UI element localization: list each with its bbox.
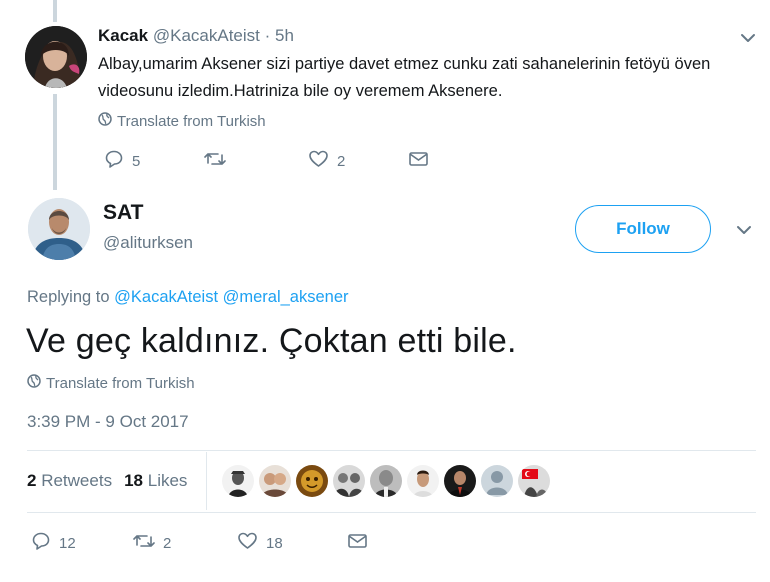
retweets-count: 2 bbox=[27, 471, 37, 490]
replying-label: Replying to bbox=[27, 288, 110, 306]
liker-avatar[interactable] bbox=[444, 465, 476, 497]
like-button[interactable]: 2 bbox=[308, 149, 408, 173]
stats-separator bbox=[206, 452, 207, 510]
replying-to: Replying to @KacakAteist @meral_aksener bbox=[27, 288, 349, 307]
liker-avatar[interactable] bbox=[518, 465, 550, 497]
retweet-icon bbox=[204, 149, 226, 173]
thread-line-middle bbox=[53, 94, 57, 190]
globe-icon bbox=[27, 374, 41, 392]
dm-button[interactable] bbox=[347, 531, 368, 555]
mention-link[interactable]: @meral_aksener bbox=[223, 288, 349, 306]
timestamp[interactable]: 5h bbox=[275, 26, 294, 45]
user-handle[interactable]: @aliturksen bbox=[103, 233, 193, 253]
reply-button[interactable]: 12 bbox=[31, 531, 133, 555]
translate-label: Translate from Turkish bbox=[117, 112, 266, 130]
likes-label: Likes bbox=[147, 471, 188, 490]
liker-avatar[interactable] bbox=[259, 465, 291, 497]
like-count: 18 bbox=[266, 534, 283, 552]
dm-button[interactable] bbox=[408, 149, 429, 173]
divider bbox=[27, 450, 756, 451]
separator: · bbox=[264, 26, 271, 45]
envelope-icon bbox=[347, 531, 368, 555]
likes-count: 18 bbox=[124, 471, 143, 490]
thread-line-top bbox=[53, 0, 57, 22]
tweet-text: Ve geç kaldınız. Çoktan etti bile. bbox=[26, 322, 517, 360]
likes-stat[interactable]: 18 Likes bbox=[124, 471, 187, 490]
liker-avatar[interactable] bbox=[407, 465, 439, 497]
tweet-actions: 12 2 18 bbox=[31, 531, 368, 555]
translate-link[interactable]: Translate from Turkish bbox=[27, 374, 195, 392]
globe-icon bbox=[98, 112, 112, 130]
avatar[interactable] bbox=[25, 26, 87, 88]
liker-avatar[interactable] bbox=[296, 465, 328, 497]
liker-avatar[interactable] bbox=[333, 465, 365, 497]
reply-count: 5 bbox=[132, 152, 141, 170]
retweet-count: 2 bbox=[163, 534, 172, 552]
envelope-icon bbox=[408, 149, 429, 173]
like-count: 2 bbox=[337, 152, 346, 170]
retweets-label: Retweets bbox=[41, 471, 113, 490]
retweets-stat[interactable]: 2 Retweets bbox=[27, 471, 112, 490]
tweet-stats: 2 Retweets 18 Likes bbox=[27, 471, 187, 491]
follow-button[interactable]: Follow bbox=[575, 205, 711, 253]
chevron-down-icon[interactable] bbox=[738, 28, 758, 48]
tweet-timestamp[interactable]: 3:39 PM - 9 Oct 2017 bbox=[27, 412, 189, 432]
reply-count: 12 bbox=[59, 534, 76, 552]
display-name[interactable]: SAT bbox=[103, 201, 143, 225]
chevron-down-icon[interactable] bbox=[734, 220, 754, 240]
tweet-text: Albay,umarim Aksener sizi partiye davet … bbox=[98, 55, 711, 100]
heart-icon bbox=[308, 149, 329, 173]
reply-actions: 5 2 bbox=[104, 149, 429, 173]
heart-icon bbox=[237, 531, 258, 555]
likers-avatars bbox=[222, 465, 550, 497]
mention-link[interactable]: @KacakAteist bbox=[114, 288, 218, 306]
liker-avatar[interactable] bbox=[481, 465, 513, 497]
display-name[interactable]: Kacak bbox=[98, 26, 148, 45]
translate-link[interactable]: Translate from Turkish bbox=[98, 112, 266, 130]
reply-header: Kacak @KacakAteist · 5h bbox=[98, 26, 294, 46]
reply-button[interactable]: 5 bbox=[104, 149, 204, 173]
like-button[interactable]: 18 bbox=[237, 531, 347, 555]
retweet-button[interactable]: 2 bbox=[133, 531, 237, 555]
retweet-button[interactable] bbox=[204, 149, 308, 173]
liker-avatar[interactable] bbox=[222, 465, 254, 497]
translate-label: Translate from Turkish bbox=[46, 374, 195, 392]
avatar[interactable] bbox=[28, 198, 90, 260]
retweet-icon bbox=[133, 531, 155, 555]
divider bbox=[27, 512, 756, 513]
user-handle[interactable]: @KacakAteist bbox=[153, 26, 260, 45]
reply-icon bbox=[31, 531, 51, 555]
reply-icon bbox=[104, 149, 124, 173]
liker-avatar[interactable] bbox=[370, 465, 402, 497]
